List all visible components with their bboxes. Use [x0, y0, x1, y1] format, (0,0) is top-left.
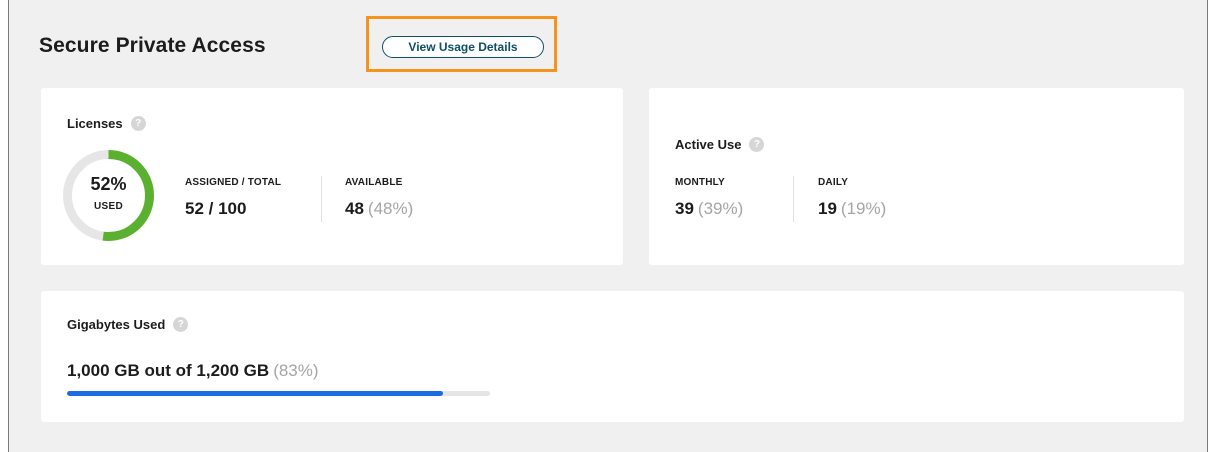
assigned-total-value: 52 / 100: [185, 199, 247, 218]
licenses-divider: [321, 176, 322, 222]
available-value: 48 (48%): [345, 199, 413, 219]
available-count: 48: [345, 199, 364, 218]
page-title: Secure Private Access: [39, 34, 266, 57]
daily-count: 19: [818, 199, 837, 218]
active-use-divider: [793, 176, 794, 222]
monthly-percent: (39%): [697, 199, 744, 218]
view-usage-details-button[interactable]: View Usage Details: [382, 36, 544, 58]
licenses-donut-chart: [63, 150, 154, 241]
donut-percent: 52%: [90, 174, 127, 194]
available-percent: (48%): [367, 199, 414, 218]
daily-value: 19 (19%): [818, 199, 886, 219]
licenses-card: Licenses ? 52% USED ASSIGNED / TOTAL 52 …: [41, 88, 623, 265]
gigabytes-heading-label: Gigabytes Used: [67, 317, 166, 332]
active-use-heading-label: Active Use: [675, 137, 742, 152]
help-icon[interactable]: ?: [173, 317, 189, 332]
help-icon[interactable]: ?: [130, 116, 146, 131]
daily-label: DAILY: [818, 177, 849, 188]
secure-private-access-panel: Secure Private Access View Usage Details…: [8, 0, 1208, 452]
daily-percent: (19%): [840, 199, 887, 218]
monthly-value: 39 (39%): [675, 199, 743, 219]
highlight-frame: View Usage Details: [366, 16, 557, 72]
monthly-label: MONTHLY: [675, 177, 725, 188]
gigabytes-progress-fill: [67, 391, 444, 396]
help-icon[interactable]: ?: [749, 137, 765, 152]
gigabytes-summary-text: 1,000 GB out of 1,200 GB: [67, 361, 270, 380]
licenses-heading: Licenses ?: [67, 116, 146, 131]
monthly-count: 39: [675, 199, 694, 218]
gigabytes-used-card: Gigabytes Used ? 1,000 GB out of 1,200 G…: [41, 291, 1184, 422]
licenses-heading-label: Licenses: [67, 116, 123, 131]
assigned-total-label: ASSIGNED / TOTAL: [185, 177, 282, 188]
donut-used-label: USED: [94, 201, 123, 212]
gigabytes-heading: Gigabytes Used ?: [67, 317, 189, 332]
active-use-card: Active Use ? MONTHLY 39 (39%) DAILY 19 (19…: [649, 88, 1184, 265]
gigabytes-summary: 1,000 GB out of 1,200 GB (83%): [67, 361, 319, 381]
available-label: AVAILABLE: [345, 177, 403, 188]
gigabytes-progress-track: [67, 391, 490, 396]
gigabytes-percent: (83%): [273, 361, 319, 380]
active-use-heading: Active Use ?: [675, 137, 765, 152]
